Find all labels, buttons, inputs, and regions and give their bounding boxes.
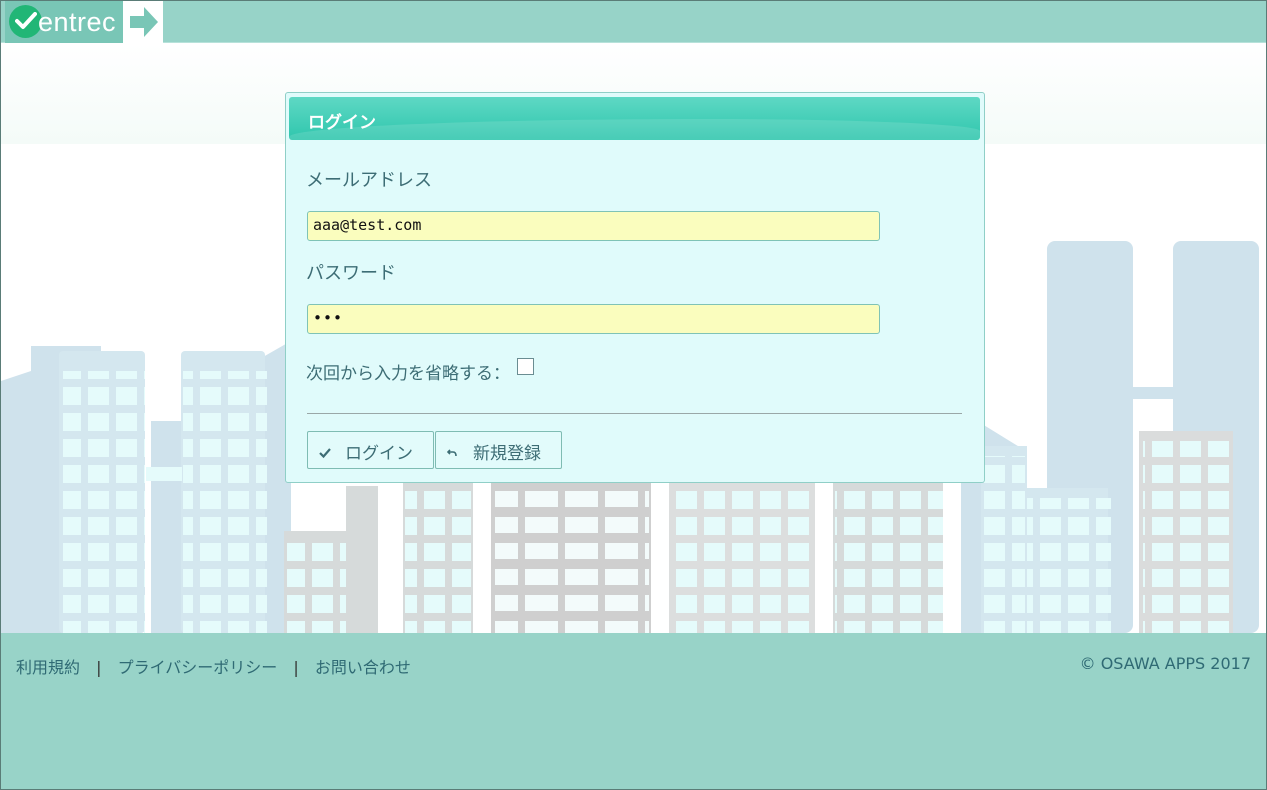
separator: | xyxy=(96,658,102,677)
password-field[interactable]: ••• xyxy=(307,304,880,334)
return-arrow-icon xyxy=(446,444,459,464)
check-icon xyxy=(319,444,331,464)
header-bar: entrec xyxy=(1,1,1266,43)
register-button[interactable]: 新規登録 xyxy=(435,431,562,469)
login-button-label: ログイン xyxy=(345,444,413,464)
privacy-policy-link[interactable]: プライバシーポリシー xyxy=(118,654,278,678)
terms-link[interactable]: 利用規約 xyxy=(16,654,80,678)
footer: 利用規約 | プライバシーポリシー | お問い合わせ © OSAWA APPS … xyxy=(1,633,1266,789)
contact-link[interactable]: お問い合わせ xyxy=(315,654,411,678)
email-field[interactable]: aaa@test.com xyxy=(307,211,880,241)
app-logo[interactable]: entrec xyxy=(5,1,163,43)
arrow-right-icon xyxy=(123,1,163,43)
divider xyxy=(307,413,962,414)
login-button[interactable]: ログイン xyxy=(307,431,434,469)
footer-links: 利用規約 | プライバシーポリシー | お問い合わせ xyxy=(16,654,411,678)
password-label: パスワード xyxy=(306,263,396,284)
login-panel: ログイン メールアドレス aaa@test.com パスワード ••• 次回から… xyxy=(285,92,985,483)
logo-text: entrec xyxy=(38,7,117,37)
remember-me-checkbox[interactable] xyxy=(517,358,534,375)
register-button-label: 新規登録 xyxy=(473,444,541,464)
copyright: © OSAWA APPS 2017 xyxy=(1079,654,1251,673)
login-panel-title: ログイン xyxy=(308,113,376,133)
separator: | xyxy=(293,658,299,677)
remember-me-label: 次回から入力を省略する： xyxy=(306,364,510,384)
login-panel-header: ログイン xyxy=(289,97,980,140)
email-label: メールアドレス xyxy=(306,170,432,191)
